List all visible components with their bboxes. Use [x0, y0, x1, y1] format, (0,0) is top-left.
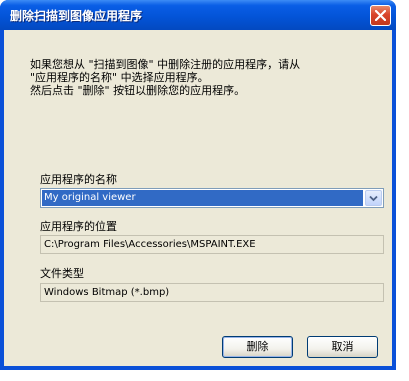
app-name-label: 应用程序的名称: [40, 173, 117, 186]
instructions-text: 如果您想从 "扫描到图像" 中删除注册的应用程序，请从 "应用程序的名称" 中选…: [30, 58, 300, 97]
app-name-selected-value: My original viewer: [42, 190, 363, 206]
dialog-body: 如果您想从 "扫描到图像" 中删除注册的应用程序，请从 "应用程序的名称" 中选…: [4, 30, 392, 366]
file-type-field: Windows Bitmap (*.bmp): [40, 283, 384, 302]
dialog-title: 删除扫描到图像应用程序: [10, 9, 143, 23]
app-name-select[interactable]: My original viewer: [40, 188, 384, 208]
dropdown-button[interactable]: [365, 190, 382, 206]
app-location-label: 应用程序的位置: [40, 220, 117, 233]
instruction-line: 如果您想从 "扫描到图像" 中删除注册的应用程序，请从: [30, 58, 301, 71]
close-icon: [375, 10, 386, 21]
file-type-label: 文件类型: [40, 267, 84, 280]
delete-button[interactable]: 删除: [222, 336, 293, 358]
title-bar[interactable]: 删除扫描到图像应用程序: [0, 0, 396, 30]
chevron-down-icon: [369, 195, 378, 202]
instruction-line: "应用程序的名称" 中选择应用程序。: [30, 71, 209, 84]
instruction-line: 然后点击 "删除" 按钮以删除您的应用程序。: [30, 84, 246, 97]
app-location-field: C:\Program Files\Accessories\MSPAINT.EXE: [40, 235, 384, 254]
dialog-window: 删除扫描到图像应用程序 如果您想从 "扫描到图像" 中删除注册的应用程序，请从 …: [0, 0, 396, 370]
close-button[interactable]: [370, 5, 391, 26]
cancel-button[interactable]: 取消: [307, 336, 378, 358]
